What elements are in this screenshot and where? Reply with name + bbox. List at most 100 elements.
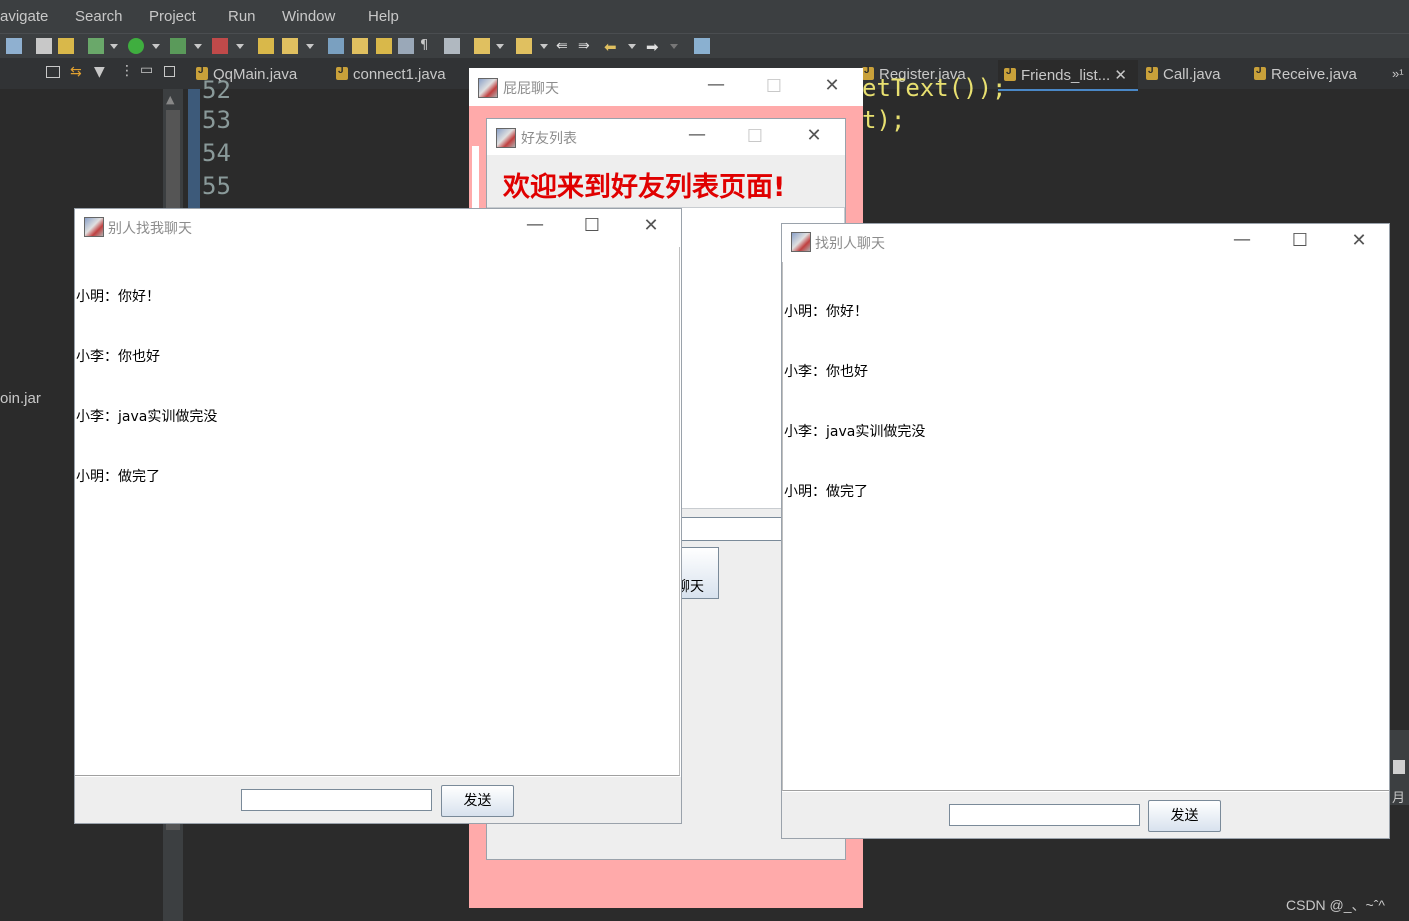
link-editor-icon[interactable]: ⇆ — [70, 64, 82, 80]
menu-run[interactable]: Run — [228, 8, 256, 25]
toolbar-icon[interactable] — [36, 38, 52, 54]
menu-bar: avigate Search Project Run Window Help — [0, 0, 1409, 33]
coverage-icon[interactable] — [170, 38, 186, 54]
chat-message: 小李：java实训做完没 — [784, 424, 926, 440]
back-edit-icon[interactable]: ⇚ — [556, 38, 572, 54]
menu-window[interactable]: Window — [282, 8, 335, 25]
tab-connect1[interactable]: connect1.java — [336, 65, 446, 83]
minimize-icon[interactable]: — — [521, 216, 549, 234]
java-app-icon — [496, 128, 516, 148]
window-title: 屁屁聊天 — [503, 81, 559, 97]
find-others-window: 找别人聊天 — ☐ ✕ 小明：你好！ 小李：你也好 小李：java实训做完没 小… — [781, 223, 1390, 839]
minimize-icon[interactable]: — — [702, 76, 730, 94]
window-title: 找别人聊天 — [815, 236, 885, 252]
code-fragment: t); — [862, 106, 906, 134]
send-button[interactable]: 发送 — [1148, 800, 1221, 832]
tab-overflow[interactable]: »¹ — [1392, 66, 1404, 81]
minimize-icon[interactable]: — — [683, 126, 711, 144]
java-app-icon — [84, 217, 104, 237]
file-icon — [1393, 760, 1405, 774]
search-icon[interactable] — [328, 38, 344, 54]
maximize-icon[interactable]: ☐ — [578, 217, 606, 235]
side-view-label: 月 — [1392, 791, 1406, 806]
menu-navigate[interactable]: avigate — [0, 8, 48, 25]
title-bar: 找别人聊天 — ☐ ✕ — [782, 224, 1389, 260]
title-bar: 好友列表 — ☐ ✕ — [487, 119, 845, 155]
maximize-icon: ☐ — [746, 126, 764, 147]
input-bar: 发送 — [75, 777, 681, 823]
chat-message: 小李：你也好 — [76, 349, 160, 365]
window-title: 别人找我聊天 — [108, 221, 192, 237]
toolbar-icon[interactable] — [6, 38, 22, 54]
send-button[interactable]: 发送 — [441, 785, 514, 817]
toolbar-icon[interactable] — [444, 38, 460, 54]
toolbar: ¶ ⇚ ⇛ ⬅ ➡ — [0, 33, 1409, 59]
java-app-icon — [478, 78, 498, 98]
menu-help[interactable]: Help — [368, 8, 399, 25]
input-bar: 发送 — [782, 792, 1389, 838]
title-bar: 别人找我聊天 — ☐ ✕ — [75, 209, 681, 245]
maximize-view-icon[interactable] — [164, 66, 175, 77]
pencil-icon[interactable] — [352, 38, 368, 54]
debug-icon[interactable] — [88, 38, 104, 54]
chat-history[interactable]: 小明：你好！ 小李：你也好 小李：java实训做完没 小明：做完了 — [782, 262, 1389, 791]
close-icon[interactable]: ✕ — [637, 217, 665, 235]
message-input[interactable] — [241, 789, 432, 811]
external-tools-icon[interactable] — [212, 38, 228, 54]
line-number: 54 — [202, 139, 231, 167]
toolbar-icon[interactable] — [376, 38, 392, 54]
back-arrow-icon[interactable]: ⬅ — [604, 38, 620, 56]
chat-message: 小明：做完了 — [784, 484, 868, 500]
chat-message: 小明：你好！ — [76, 289, 160, 305]
close-tab-icon[interactable]: ✕ — [1114, 67, 1127, 84]
code-fragment: etText()); — [862, 74, 1007, 102]
brush-icon[interactable] — [282, 38, 298, 54]
open-folder-icon[interactable] — [258, 38, 274, 54]
run-icon[interactable] — [128, 38, 144, 54]
tab-receive[interactable]: Receive.java — [1254, 65, 1357, 83]
jar-item[interactable]: oin.jar — [0, 390, 41, 407]
forward-edit-icon[interactable]: ⇛ — [578, 38, 594, 54]
others-find-me-window: 别人找我聊天 — ☐ ✕ 小明：你好！ 小李：你也好 小李：java实训做完没 … — [74, 208, 682, 824]
tab-friends-list[interactable]: Friends_list... ✕ — [1004, 66, 1127, 84]
close-icon[interactable]: ✕ — [818, 77, 846, 95]
message-input[interactable] — [949, 804, 1140, 826]
java-file-icon — [336, 65, 348, 80]
chat-history[interactable]: 小明：你好！ 小李：你也好 小李：java实训做完没 小明：做完了 — [75, 247, 680, 776]
java-app-icon — [791, 232, 811, 252]
title-bar: 屁屁聊天 — ☐ ✕ — [469, 68, 863, 106]
maximize-icon: ☐ — [765, 76, 783, 97]
scroll-up-icon[interactable]: ▲ — [166, 93, 174, 106]
java-file-icon — [1146, 65, 1158, 80]
menu-search[interactable]: Search — [75, 8, 123, 25]
java-file-icon — [1254, 65, 1266, 80]
line-number: 53 — [202, 106, 231, 134]
close-icon[interactable]: ✕ — [1345, 232, 1373, 250]
chat-message: 小明：你好！ — [784, 304, 868, 320]
friend-input[interactable] — [681, 517, 787, 541]
editor-gutter-marker — [188, 89, 200, 209]
chat-message: 小明：做完了 — [76, 469, 160, 485]
perspective-icon[interactable] — [694, 38, 710, 54]
view-menu-icon[interactable]: ⋮ — [120, 63, 134, 79]
menu-project[interactable]: Project — [149, 8, 196, 25]
close-icon[interactable]: ✕ — [800, 127, 828, 145]
pilcrow-icon[interactable]: ¶ — [420, 38, 436, 54]
toolbar-icon[interactable] — [398, 38, 414, 54]
collapse-all-icon[interactable] — [46, 66, 60, 78]
maximize-icon[interactable]: ☐ — [1286, 232, 1314, 250]
toolbar-icon[interactable] — [58, 38, 74, 54]
forward-arrow-icon[interactable]: ➡ — [646, 38, 662, 56]
minimize-view-icon[interactable]: ▭ — [140, 62, 153, 78]
filter-icon[interactable]: ▼ — [94, 64, 105, 80]
annotation-icon[interactable] — [474, 38, 490, 54]
window-title: 好友列表 — [521, 131, 577, 147]
chat-button[interactable]: 聊天 — [681, 547, 719, 599]
watermark: CSDN @_、~ˆ^ — [1286, 897, 1385, 913]
welcome-banner: 欢迎来到好友列表页面! — [487, 155, 845, 207]
chat-message: 小李：你也好 — [784, 364, 868, 380]
tab-call[interactable]: Call.java — [1146, 65, 1221, 83]
minimize-icon[interactable]: — — [1228, 231, 1256, 249]
line-number: 55 — [202, 172, 231, 200]
annotation-icon[interactable] — [516, 38, 532, 54]
